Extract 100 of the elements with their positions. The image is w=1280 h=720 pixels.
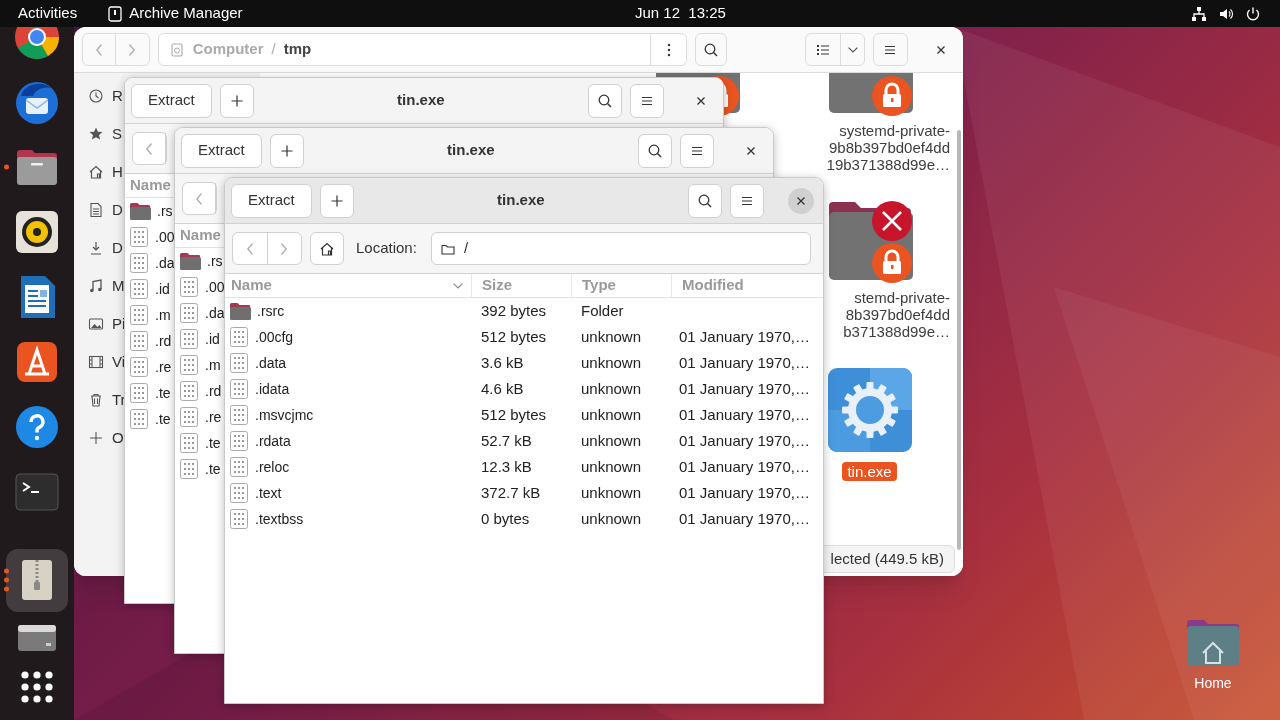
sidebar-item[interactable]: R — [74, 77, 124, 115]
path-bar[interactable]: Computer / tmp — [157, 33, 688, 66]
search-icon — [597, 92, 613, 109]
file-name[interactable]: .rdata — [255, 430, 291, 452]
file-name[interactable]: .rs — [157, 200, 173, 222]
window-title: tin.exe — [496, 190, 546, 211]
file-name[interactable]: .reloc — [255, 456, 290, 478]
search-button[interactable] — [688, 183, 722, 218]
table-cell-text: 512 bytes — [480, 404, 548, 425]
activities-button[interactable]: Activities — [18, 2, 78, 25]
menu-button[interactable] — [680, 133, 714, 168]
sidebar-item[interactable]: D — [74, 191, 124, 229]
file-label[interactable]: stemd-private- 8b397bd0ef4dd b371388d99e… — [843, 289, 950, 340]
file-name[interactable]: .rs — [207, 250, 223, 272]
file-label[interactable]: systemd-private- 9b8b397bd0ef4dd 19b371388d99e… — [826, 122, 950, 173]
binary-file-icon — [179, 458, 199, 480]
file-name[interactable]: .te — [205, 458, 221, 480]
menu-button[interactable] — [630, 83, 664, 118]
binary-file-icon — [229, 430, 249, 452]
network-icon[interactable] — [1191, 5, 1207, 22]
table-cell-text: 372.7 kB — [480, 482, 542, 503]
file-name[interactable]: .rd — [155, 330, 172, 352]
home-folder-icon[interactable] — [1185, 617, 1241, 667]
search-icon — [703, 41, 720, 58]
search-button[interactable] — [588, 83, 622, 118]
menu-button[interactable] — [730, 183, 764, 218]
folder-icon — [179, 251, 201, 271]
file-name[interactable]: .re — [155, 356, 172, 378]
extract-button[interactable]: Extract — [181, 133, 262, 168]
file-name[interactable]: .te — [155, 408, 171, 430]
file-name[interactable]: .rd — [205, 380, 222, 402]
table-cell-text: unknown — [580, 378, 643, 399]
sidebar-item[interactable]: S — [74, 115, 124, 153]
table-cell-text: 01 January 1970,… — [678, 482, 811, 503]
binary-file-icon — [229, 326, 249, 348]
dock-item[interactable] — [6, 548, 68, 612]
sidebar-item[interactable]: H — [74, 153, 124, 191]
file-name[interactable]: .00 — [205, 276, 225, 298]
location-field[interactable]: / — [430, 232, 811, 265]
ring-logo-icon — [13, 27, 61, 61]
home-icon — [319, 240, 335, 257]
binary-file-icon — [179, 328, 199, 350]
star-icon — [88, 126, 104, 142]
file-name[interactable]: .te — [205, 432, 221, 454]
table-cell-text: 52.7 kB — [480, 430, 533, 451]
add-button[interactable] — [269, 133, 304, 168]
file-name[interactable]: .te — [155, 382, 171, 404]
file-name[interactable]: .msvcjmc — [255, 404, 314, 426]
table-cell-text: 01 January 1970,… — [678, 378, 811, 399]
file-name[interactable]: .m — [155, 304, 171, 326]
file-name[interactable]: .da — [205, 302, 225, 324]
file-name[interactable]: .id — [155, 278, 170, 300]
table-cell-text: unknown — [580, 430, 643, 451]
power-icon[interactable] — [1245, 5, 1261, 22]
add-button[interactable] — [219, 83, 254, 118]
file-name[interactable]: .text — [255, 482, 282, 504]
gear-app-icon[interactable] — [826, 367, 913, 453]
path-segment[interactable]: tmp — [283, 38, 312, 61]
binary-file-icon — [179, 354, 199, 376]
file-name[interactable]: .da — [155, 252, 175, 274]
home-button[interactable] — [310, 232, 344, 265]
clock[interactable]: Jun 12 13:25 — [635, 2, 726, 25]
file-name[interactable]: .00cfg — [255, 326, 294, 348]
file-name[interactable]: .id — [205, 328, 220, 350]
table-cell-text: unknown — [580, 456, 643, 477]
chevron-left-icon — [96, 43, 103, 56]
file-name[interactable]: .re — [205, 406, 222, 428]
sidebar-item[interactable]: Tr — [74, 381, 124, 419]
trash-icon — [88, 392, 104, 408]
file-label[interactable]: tin.exe — [842, 462, 897, 481]
search-button[interactable] — [695, 33, 728, 66]
binary-file-icon — [129, 356, 149, 378]
binary-file-icon — [129, 226, 149, 248]
search-button[interactable] — [638, 133, 672, 168]
home-icon — [88, 164, 104, 180]
chevron-right-icon — [129, 43, 136, 56]
file-name[interactable]: .idata — [255, 378, 290, 400]
file-name[interactable]: .m — [205, 354, 221, 376]
close-button[interactable] — [788, 187, 814, 214]
menu-button[interactable] — [873, 33, 908, 66]
sidebar-item[interactable]: D — [74, 229, 124, 267]
extract-button[interactable]: Extract — [131, 83, 212, 118]
app-menu[interactable]: Archive Manager — [129, 2, 243, 25]
folder-icon — [229, 301, 251, 321]
file-name[interactable]: .rsrc — [257, 300, 285, 322]
document-icon — [88, 202, 104, 218]
file-name[interactable]: .textbss — [255, 508, 304, 530]
chevron-left-icon — [146, 142, 152, 155]
scrollbar[interactable] — [957, 130, 961, 550]
sidebar-item[interactable]: O — [74, 419, 124, 457]
table-cell-text: 01 January 1970,… — [678, 326, 811, 347]
sidebar-item[interactable]: Vi — [74, 343, 124, 381]
file-name[interactable]: .data — [255, 352, 287, 374]
kebab-icon — [666, 42, 671, 57]
file-name[interactable]: .00 — [155, 226, 175, 248]
sidebar-item[interactable]: M — [74, 267, 124, 305]
sidebar-item[interactable]: Pi — [74, 305, 124, 343]
binary-file-icon — [229, 404, 249, 426]
extract-button[interactable]: Extract — [231, 183, 312, 218]
add-button[interactable] — [319, 183, 354, 218]
